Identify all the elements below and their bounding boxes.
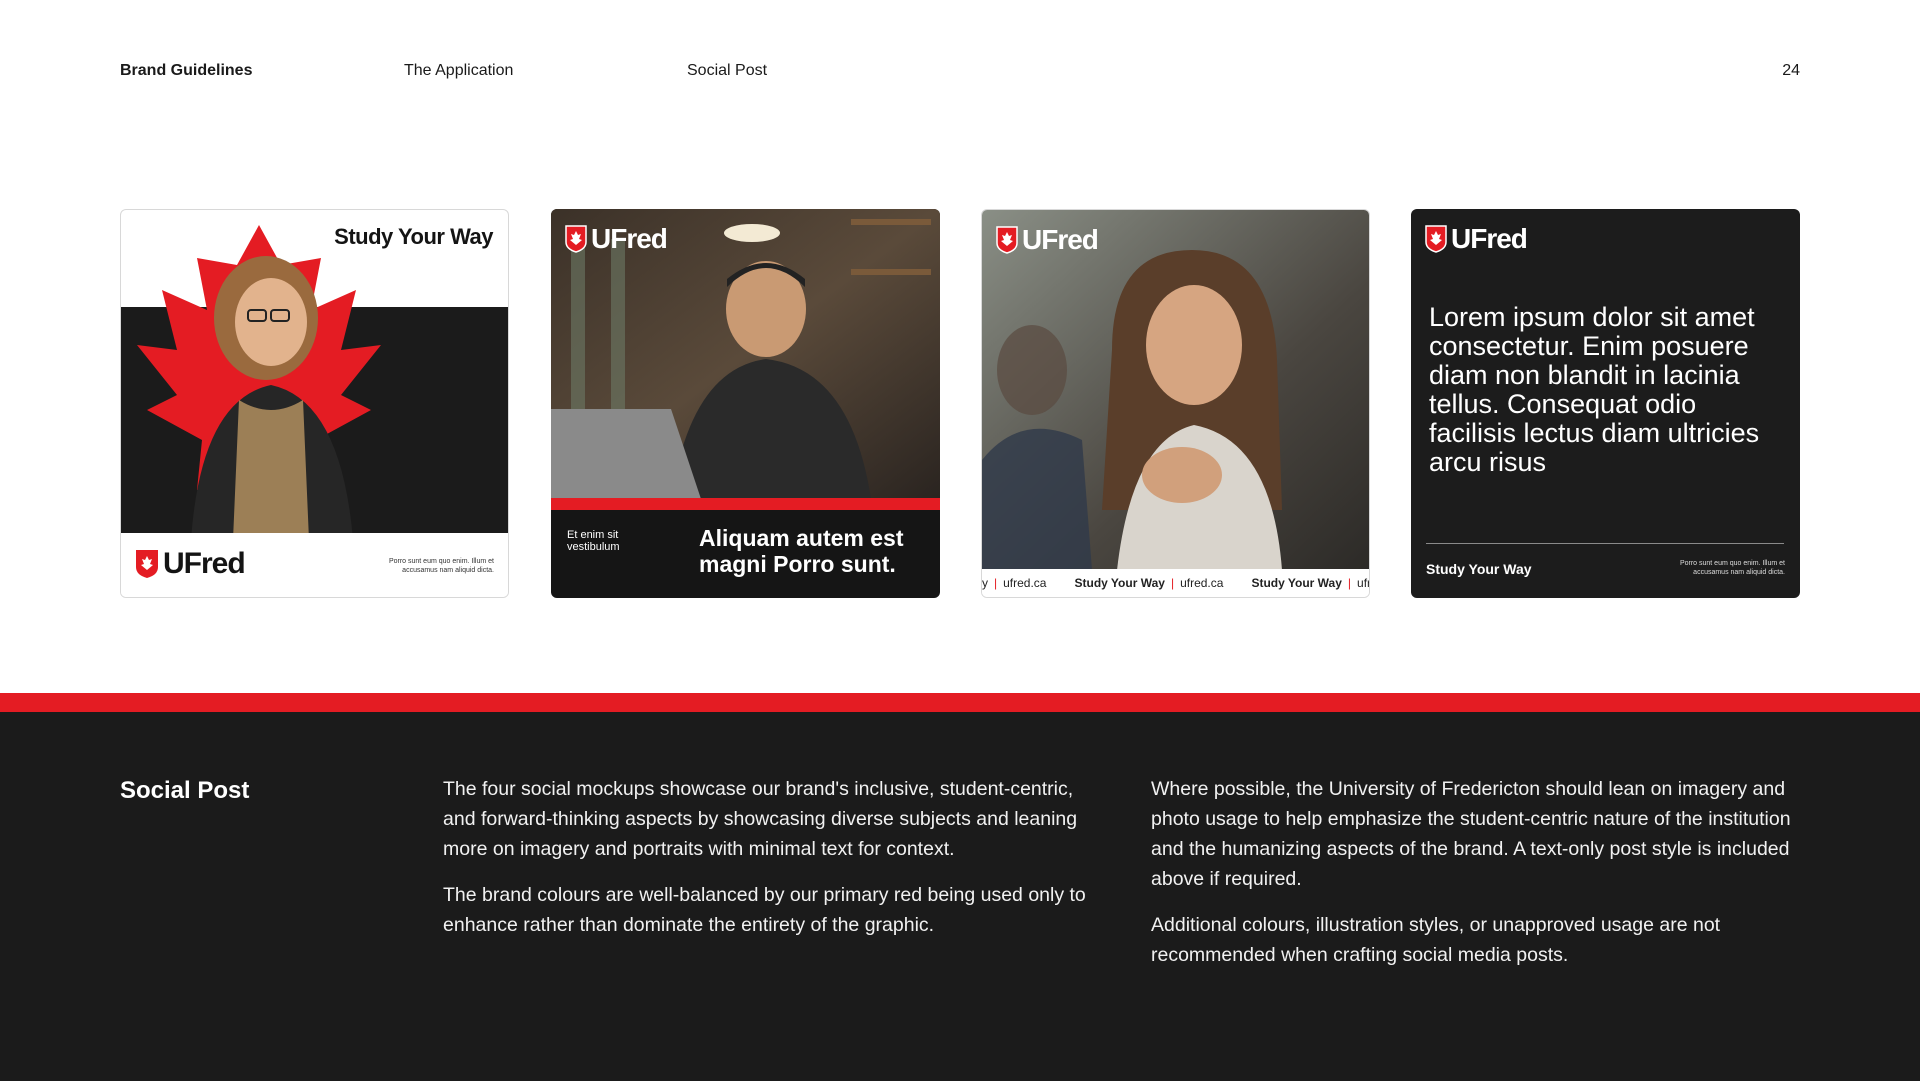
card-body-text: Lorem ipsum dolor sit amet consectetur. … xyxy=(1429,302,1760,477)
card-tagline: Study Your Way xyxy=(1426,561,1532,577)
logo-wordmark: UFred xyxy=(591,223,668,254)
photo-woman-speaking xyxy=(982,210,1369,570)
ticker-url: ufred.ca xyxy=(1003,576,1047,590)
ticker-lead: y xyxy=(982,576,988,590)
shield-icon xyxy=(996,226,1018,254)
section-title: Social Post xyxy=(120,777,250,804)
red-divider xyxy=(551,498,940,510)
ticker-url: ufred.ca xyxy=(1180,576,1224,590)
page-number: 24 xyxy=(1782,62,1800,79)
card-footer: UFred Porro sunt eum quo enim. Illum et … xyxy=(121,533,508,597)
card-title: Study Your Way xyxy=(334,224,493,249)
ufred-logo: UFred xyxy=(996,224,1099,256)
brand-guidelines-label: Brand Guidelines xyxy=(120,62,253,79)
card-small-text: Porro sunt eum quo enim. Illum et accusa… xyxy=(388,558,494,574)
card-small-text: Et enim sit vestibulum xyxy=(567,529,620,553)
url-ticker: y | ufred.ca Study Your Way | ufred.ca S… xyxy=(982,569,1369,597)
shield-icon xyxy=(136,550,158,578)
social-post-card-2: UFred Et enim sit vestibulum Aliquam aut… xyxy=(551,209,940,598)
ticker-separator: | xyxy=(1170,576,1175,590)
description-column-2: Where possible, the University of Freder… xyxy=(1151,774,1811,986)
ufred-logo: UFred xyxy=(565,223,668,255)
ufred-logo: UFred xyxy=(135,547,246,581)
card-headline: Aliquam autem est magni Porro sunt. xyxy=(699,525,904,577)
ufred-logo: UFred xyxy=(1425,223,1528,255)
subsection-label: Social Post xyxy=(687,62,768,79)
divider xyxy=(1426,543,1784,544)
ticker-tagline: Study Your Way xyxy=(1074,576,1165,590)
ticker-separator: | xyxy=(1347,576,1352,590)
description-column-1: The four social mockups showcase our bra… xyxy=(443,774,1093,956)
ticker-tail: ufr xyxy=(1357,576,1369,590)
paragraph: The brand colours are well-balanced by o… xyxy=(443,884,1086,936)
social-post-card-1: Study Your Way UFred Porro sunt eum quo … xyxy=(120,209,509,598)
social-post-card-3: UFred y | ufred.ca Study Your Way | ufre… xyxy=(981,209,1370,598)
section-label: The Application xyxy=(404,62,514,79)
portrait-woman-glasses xyxy=(191,256,353,540)
logo-wordmark: UFred xyxy=(1451,223,1528,254)
paragraph: Additional colours, illustration styles,… xyxy=(1151,914,1721,966)
ticker-tagline: Study Your Way xyxy=(1251,576,1342,590)
paragraph: Where possible, the University of Freder… xyxy=(1151,778,1791,890)
social-post-card-4: UFred Lorem ipsum dolor sit amet consect… xyxy=(1411,209,1800,598)
paragraph: The four social mockups showcase our bra… xyxy=(443,778,1078,860)
logo-wordmark: UFred xyxy=(163,547,246,580)
card-small-text: Porro sunt eum quo enim. Illum et accusa… xyxy=(1679,560,1785,576)
ticker-separator: | xyxy=(994,576,998,590)
red-accent-bar xyxy=(0,693,1920,712)
logo-wordmark: UFred xyxy=(1022,224,1099,255)
shield-icon xyxy=(565,225,587,253)
shield-icon xyxy=(1425,225,1447,253)
